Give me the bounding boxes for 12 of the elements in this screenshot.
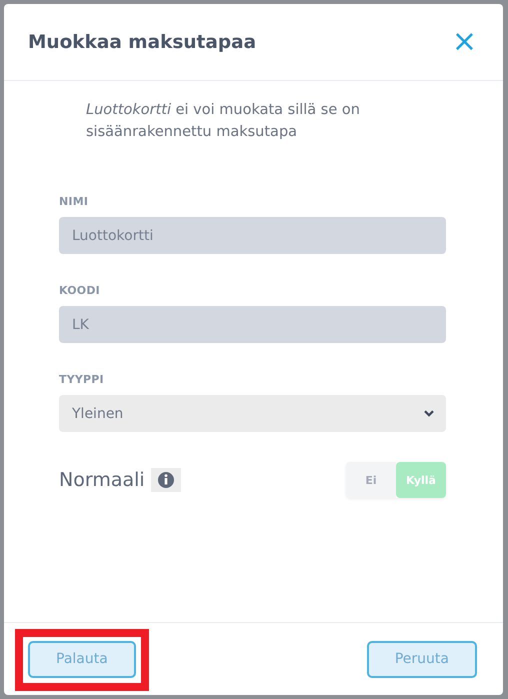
close-button[interactable]: × (452, 27, 477, 57)
field-label: TYYPPI (59, 373, 105, 386)
footer-button[interactable]: Palauta (28, 640, 136, 678)
toggle-label: Normaali (59, 469, 145, 491)
info-icon[interactable] (150, 468, 181, 492)
select-field[interactable]: Yleinen (59, 395, 446, 432)
dialog-title: Muokkaa maksutapaa (28, 32, 256, 52)
footer-button[interactable]: Peruuta (366, 640, 477, 678)
chevron-down-icon (424, 410, 434, 417)
field-label: NIMI (59, 195, 90, 208)
notice-text: Luottokortti ei voi muokata sillä se on sisäänrakennettu maksutapa (86, 101, 361, 142)
field-label: KOODI (59, 284, 101, 297)
